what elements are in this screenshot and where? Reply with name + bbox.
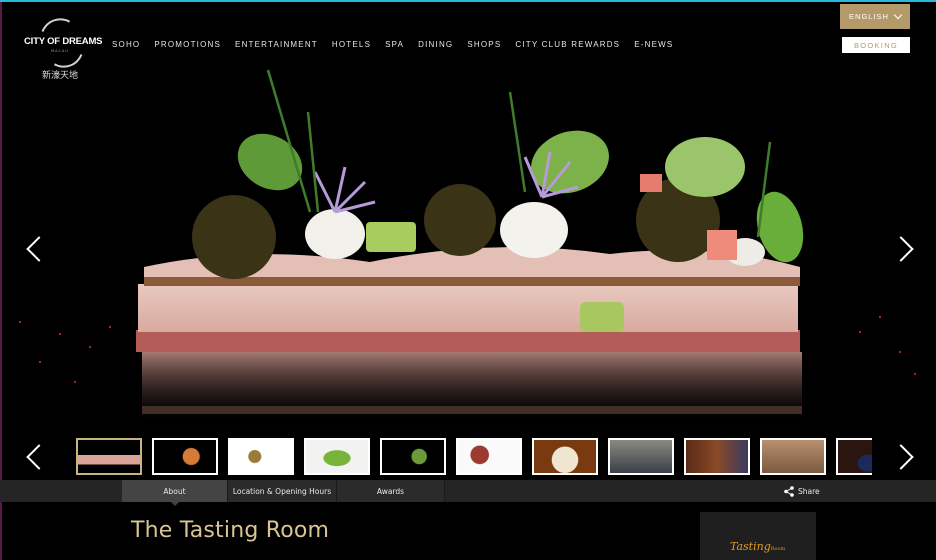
thumbnail-2[interactable] bbox=[152, 438, 218, 475]
thumbnail-10[interactable] bbox=[760, 438, 826, 475]
chevron-down-icon bbox=[893, 10, 903, 20]
nav-soho[interactable]: SOHO bbox=[112, 40, 140, 49]
nav-hotels[interactable]: HOTELS bbox=[332, 40, 371, 49]
main-nav: SOHO PROMOTIONS ENTERTAINMENT HOTELS SPA… bbox=[112, 40, 687, 49]
hero-prev-arrow-icon[interactable] bbox=[26, 236, 52, 262]
share-button[interactable]: Share bbox=[784, 480, 820, 502]
nav-promotions[interactable]: PROMOTIONS bbox=[154, 40, 221, 49]
nav-shops[interactable]: SHOPS bbox=[467, 40, 501, 49]
hero-next-arrow-icon[interactable] bbox=[888, 236, 914, 262]
page-title: The Tasting Room bbox=[131, 518, 330, 543]
nav-spa[interactable]: SPA bbox=[385, 40, 404, 49]
thumbs-prev-arrow-icon[interactable] bbox=[26, 444, 52, 470]
top-accent-line bbox=[0, 0, 936, 2]
logo-name: CITY OF DREAMS bbox=[24, 36, 103, 47]
language-label: ENGLISH bbox=[849, 12, 889, 21]
info-tab-bar: About Location & Opening Hours Awards Sh… bbox=[0, 480, 936, 506]
thumbnail-1[interactable] bbox=[76, 438, 142, 475]
logo-sub: MACAU bbox=[51, 49, 69, 53]
logo-chinese: 新濠天地 bbox=[41, 71, 78, 81]
nav-entertainment[interactable]: ENTERTAINMENT bbox=[235, 40, 318, 49]
decorative-particles bbox=[19, 316, 916, 383]
tasting-room-logo: TastingRoom bbox=[730, 540, 786, 553]
tab-awards[interactable]: Awards bbox=[337, 480, 445, 502]
thumbnail-9[interactable] bbox=[684, 438, 750, 475]
thumbnail-3[interactable] bbox=[228, 438, 294, 475]
thumbnail-5[interactable] bbox=[380, 438, 446, 475]
thumbnail-8[interactable] bbox=[608, 438, 674, 475]
restaurant-logo-card: TastingRoom bbox=[700, 512, 816, 560]
share-label: Share bbox=[798, 486, 820, 496]
share-icon bbox=[784, 485, 794, 497]
thumbnail-6[interactable] bbox=[456, 438, 522, 475]
thumbnail-4[interactable] bbox=[304, 438, 370, 475]
thumbnail-11[interactable] bbox=[836, 438, 872, 475]
tab-about[interactable]: About bbox=[122, 480, 228, 506]
nav-dining[interactable]: DINING bbox=[418, 40, 453, 49]
hero-slideshow: CITY OF DREAMS MACAU 新濠天地 SOHO PROMOTION… bbox=[0, 2, 936, 480]
tab-location-opening-hours[interactable]: Location & Opening Hours bbox=[228, 480, 337, 502]
city-of-dreams-logo[interactable]: CITY OF DREAMS MACAU 新濠天地 bbox=[24, 11, 103, 81]
nav-e-news[interactable]: E-NEWS bbox=[634, 40, 673, 49]
left-accent-line bbox=[0, 2, 2, 560]
booking-button[interactable]: BOOKING bbox=[842, 37, 910, 53]
nav-city-club-rewards[interactable]: CITY CLUB REWARDS bbox=[515, 40, 620, 49]
language-dropdown[interactable]: ENGLISH bbox=[840, 4, 910, 29]
thumbnail-strip bbox=[76, 438, 872, 476]
thumbs-next-arrow-icon[interactable] bbox=[888, 444, 914, 470]
thumbnail-7[interactable] bbox=[532, 438, 598, 475]
